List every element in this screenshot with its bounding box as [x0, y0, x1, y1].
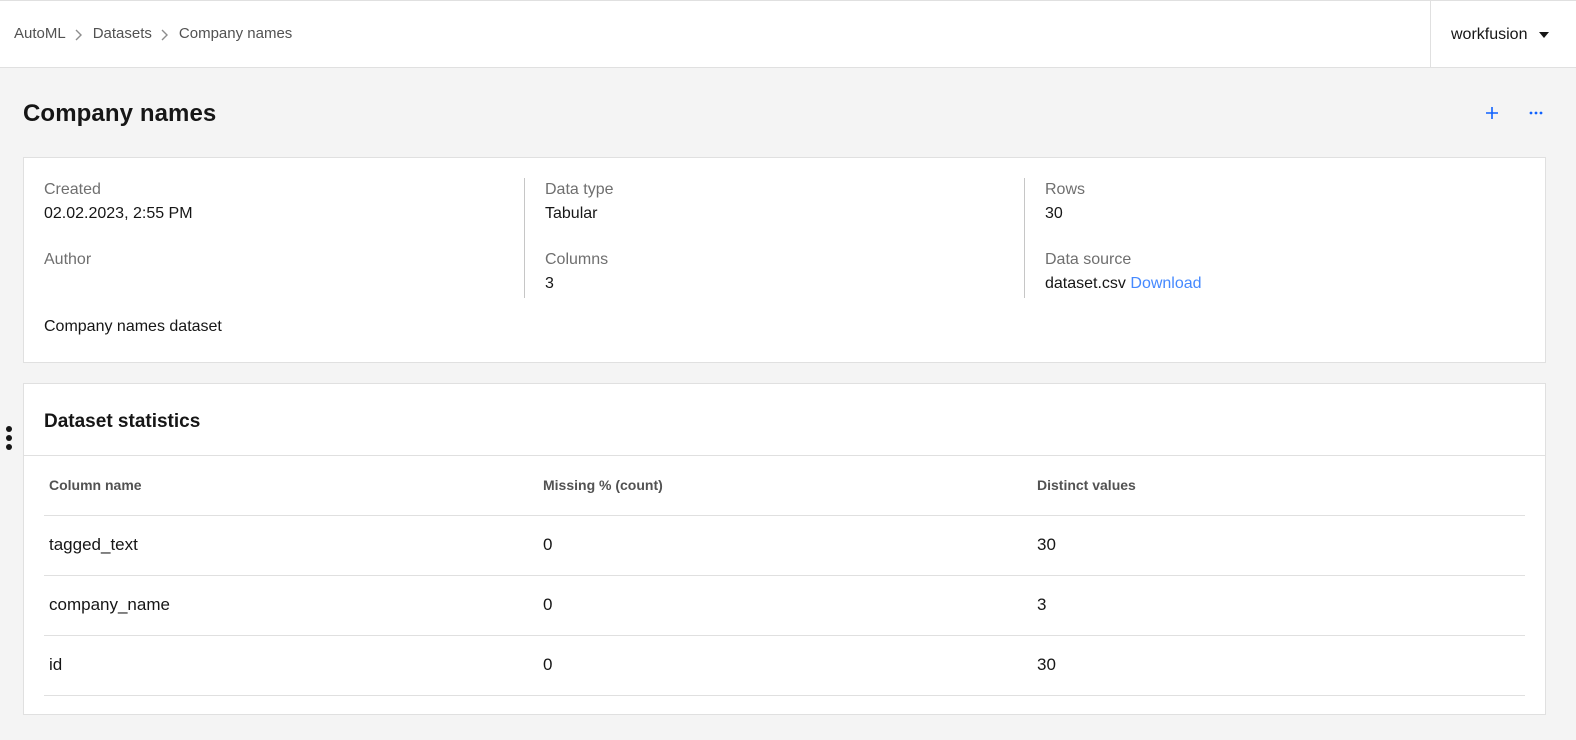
caret-down-icon	[1539, 31, 1550, 38]
breadcrumb: AutoML Datasets Company names	[14, 25, 292, 42]
dataset-info-card: Created 02.02.2023, 2:55 PM Author Data …	[23, 157, 1546, 363]
breadcrumb-datasets[interactable]: Datasets	[93, 25, 152, 42]
table-header-row: Column name Missing % (count) Distinct v…	[44, 456, 1525, 516]
data-type-label: Data type	[545, 181, 614, 198]
cell-missing: 0	[538, 515, 1032, 576]
data-source-label: Data source	[1045, 251, 1132, 268]
created-value: 02.02.2023, 2:55 PM	[44, 205, 193, 222]
info-column-1: Created 02.02.2023, 2:55 PM Author	[44, 178, 524, 298]
stats-table: Column name Missing % (count) Distinct v…	[44, 456, 1525, 696]
overflow-menu-icon	[1529, 111, 1543, 115]
breadcrumb-current: Company names	[178, 25, 293, 42]
chevron-right-icon	[74, 29, 83, 41]
cell-column-name: tagged_text	[44, 515, 538, 576]
data-type-value: Tabular	[545, 205, 598, 222]
header-missing: Missing % (count)	[538, 456, 1032, 516]
vertical-ellipsis-icon[interactable]	[4, 426, 14, 454]
header-column-name: Column name	[44, 456, 538, 516]
stats-header: Dataset statistics	[24, 384, 1545, 456]
cell-column-name: id	[44, 635, 538, 696]
author-value	[44, 272, 524, 296]
created-label: Created	[44, 181, 101, 198]
user-menu[interactable]: workfusion	[1430, 1, 1576, 68]
top-bar: AutoML Datasets Company names workfusion	[0, 0, 1576, 68]
table-row: tagged_text 0 30	[44, 515, 1525, 576]
user-name: workfusion	[1451, 25, 1528, 43]
cell-distinct: 30	[1032, 515, 1525, 576]
chevron-right-icon	[160, 29, 169, 41]
more-actions-button[interactable]	[1524, 100, 1548, 126]
cell-distinct: 3	[1032, 575, 1525, 636]
author-label: Author	[44, 251, 92, 268]
dataset-statistics-card: Dataset statistics Column name Missing %…	[23, 383, 1546, 715]
cell-column-name: company_name	[44, 575, 538, 636]
cell-missing: 0	[538, 635, 1032, 696]
dataset-description: Company names dataset	[44, 318, 222, 335]
columns-label: Columns	[545, 251, 609, 268]
columns-value: 3	[545, 275, 554, 292]
data-source-filename: dataset.csv	[1045, 275, 1126, 292]
cell-distinct: 30	[1032, 635, 1525, 696]
table-row: id 0 30	[44, 635, 1525, 696]
rows-value: 30	[1045, 205, 1063, 222]
table-row: company_name 0 3	[44, 575, 1525, 636]
stats-title: Dataset statistics	[44, 411, 201, 432]
info-column-2: Data type Tabular Columns 3	[524, 178, 1024, 298]
title-actions	[1480, 100, 1548, 126]
breadcrumb-automl[interactable]: AutoML	[14, 25, 66, 42]
data-source-value: dataset.csv Download	[1045, 272, 1524, 296]
info-column-3: Rows 30 Data source dataset.csv Download	[1024, 178, 1524, 298]
plus-icon	[1486, 107, 1498, 119]
download-link[interactable]: Download	[1130, 275, 1201, 292]
add-button[interactable]	[1480, 100, 1504, 126]
header-distinct: Distinct values	[1032, 456, 1525, 516]
rows-label: Rows	[1045, 181, 1086, 198]
cell-missing: 0	[538, 575, 1032, 636]
page-title: Company names	[23, 100, 217, 127]
